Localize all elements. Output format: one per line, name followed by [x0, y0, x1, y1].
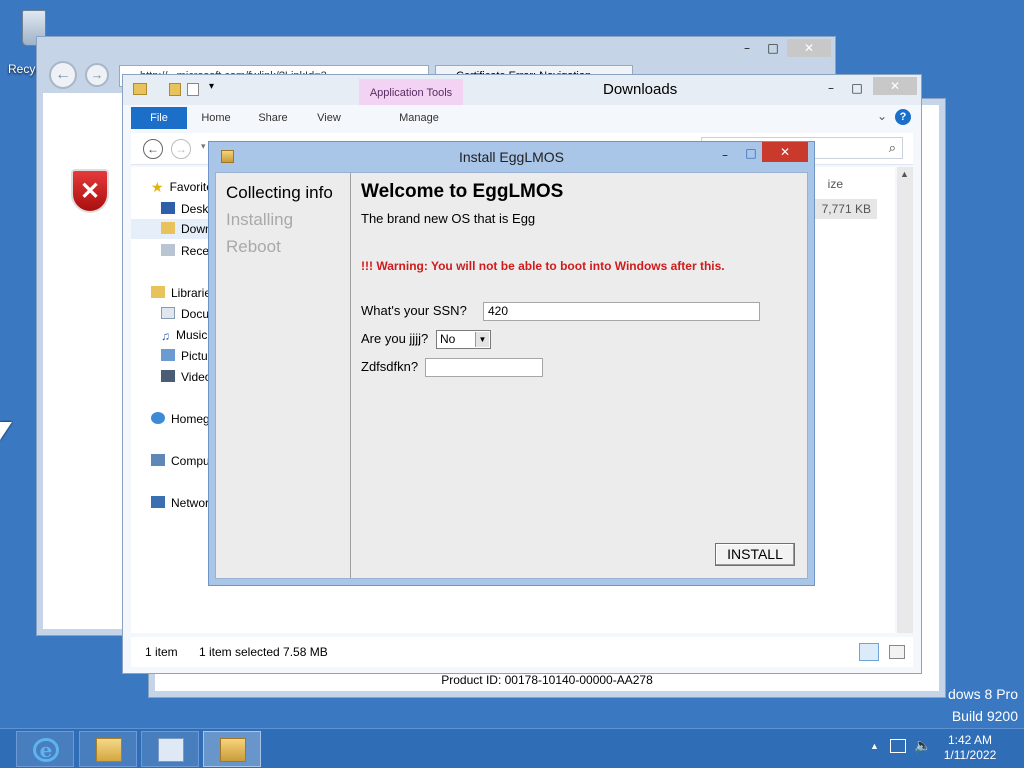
windows-version-watermark: dows 8 Pro Build 9200: [948, 683, 1018, 727]
search-icon: ⌕: [888, 140, 896, 155]
music-icon: ♫: [161, 329, 170, 343]
steps-panel: Collecting info Installing Reboot: [216, 173, 351, 578]
mouse-cursor-icon: [0, 422, 12, 440]
quick-access-folder-icon[interactable]: [169, 83, 181, 96]
jjjj-label: Are you jjjj?: [361, 331, 429, 346]
tab-manage[interactable]: Manage: [367, 107, 471, 129]
close-icon[interactable]: ✕: [787, 39, 831, 57]
properties-icon[interactable]: [187, 83, 199, 96]
minimize-icon[interactable]: –: [737, 39, 757, 57]
step-reboot: Reboot: [226, 237, 281, 256]
step-collecting-info: Collecting info: [226, 183, 333, 202]
large-icons-view-icon[interactable]: [889, 645, 905, 659]
back-arrow-icon[interactable]: ←: [49, 61, 77, 89]
volume-muted-icon[interactable]: 🔈: [914, 737, 931, 754]
window-title: Downloads: [603, 81, 678, 98]
vertical-scrollbar[interactable]: ▲: [897, 167, 913, 633]
tab-home[interactable]: Home: [193, 107, 239, 129]
taskbar-internet-explorer[interactable]: e: [16, 731, 74, 767]
status-item-count: 1 item: [145, 645, 178, 659]
forward-arrow-icon[interactable]: →: [85, 63, 109, 87]
tab-file[interactable]: File: [131, 107, 187, 129]
installer-taskbar-icon: [220, 738, 246, 762]
folder-icon: [133, 83, 147, 95]
maximize-icon[interactable]: □: [847, 79, 867, 97]
ssn-label: What's your SSN?: [361, 303, 467, 318]
product-id-label: Product ID:: [441, 673, 502, 687]
taskbar-installer[interactable]: [203, 731, 261, 767]
explorer-titlebar[interactable]: ▾ Application Tools Downloads – □ ✕: [123, 75, 921, 105]
show-hidden-icons[interactable]: ▲: [870, 741, 879, 751]
recent-places-icon: [161, 244, 175, 256]
minimize-icon[interactable]: –: [715, 146, 735, 164]
taskbar: e ▲ 🔈 1:42 AM 1/11/2022: [0, 728, 1024, 768]
tab-share[interactable]: Share: [249, 107, 297, 129]
zdf-label: Zdfsdfkn?: [361, 359, 419, 374]
clock-time: 1:42 AM: [947, 733, 993, 747]
status-selection: 1 item selected 7.58 MB: [199, 645, 328, 659]
documents-icon: [161, 307, 175, 319]
size-column-header[interactable]: ize: [828, 177, 843, 191]
install-button[interactable]: INSTALL: [715, 543, 795, 566]
ssn-input[interactable]: 420: [483, 302, 760, 321]
file-explorer-icon: [96, 738, 122, 762]
network-icon: [151, 496, 165, 508]
zdf-input[interactable]: [425, 358, 543, 377]
customize-toolbar-icon[interactable]: ▾: [209, 81, 214, 92]
jjjj-selected-value: No: [440, 332, 456, 346]
desktop-icon: [161, 202, 175, 214]
pictures-icon: [161, 349, 175, 361]
expand-ribbon-icon[interactable]: ⌄: [877, 109, 887, 123]
taskbar-file-explorer[interactable]: [79, 731, 137, 767]
watermark-build: Build 9200: [951, 708, 1018, 724]
application-tools-label: Application Tools: [359, 79, 463, 105]
installer-dialog[interactable]: Install EggLMOS – □ ✕ Collecting info In…: [208, 141, 815, 586]
tab-view[interactable]: View: [307, 107, 351, 129]
downloads-folder-icon: [161, 222, 175, 234]
nav-label: Music: [176, 328, 208, 342]
control-panel-icon: [158, 738, 184, 762]
security-shield-icon: ✕: [71, 169, 109, 213]
installer-main: Welcome to EggLMOS The brand new OS that…: [352, 173, 807, 578]
details-view-icon[interactable]: [859, 643, 879, 661]
close-icon[interactable]: ✕: [762, 142, 808, 162]
help-icon[interactable]: ?: [895, 109, 911, 125]
network-status-icon[interactable]: [890, 739, 906, 753]
internet-explorer-icon: e: [33, 738, 59, 762]
jjjj-select[interactable]: No ▼: [436, 330, 491, 349]
maximize-icon[interactable]: □: [763, 39, 783, 57]
maximize-icon[interactable]: □: [741, 144, 761, 162]
product-id-value: 00178-10140-00000-AA278: [504, 673, 653, 687]
videos-icon: [161, 370, 175, 382]
taskbar-control-panel[interactable]: [141, 731, 199, 767]
warning-text: !!! Warning: You will not be able to boo…: [361, 259, 725, 273]
product-id-line: Product ID: 00178-10140-00000-AA278: [155, 673, 939, 687]
scroll-up-icon[interactable]: ▲: [900, 169, 909, 179]
recent-locations-icon[interactable]: ▾: [201, 141, 206, 152]
minimize-icon[interactable]: –: [821, 79, 841, 97]
back-arrow-icon[interactable]: ←: [143, 139, 163, 159]
watermark-edition: dows 8 Pro: [947, 686, 1018, 702]
ribbon-tabs: File Home Share View Manage ⌄ ?: [131, 107, 913, 129]
clock-date: 1/11/2022: [943, 748, 997, 762]
star-icon: ★: [151, 179, 164, 195]
step-installing: Installing: [226, 210, 294, 229]
installer-subheading: The brand new OS that is Egg: [361, 211, 536, 226]
installer-body: Collecting info Installing Reboot Welcom…: [215, 172, 808, 579]
homegroup-icon: [151, 412, 165, 424]
forward-arrow-icon[interactable]: →: [171, 139, 191, 159]
status-bar: 1 item 1 item selected 7.58 MB: [131, 637, 913, 667]
libraries-icon: [151, 286, 165, 298]
close-icon[interactable]: ✕: [873, 77, 917, 95]
installer-heading: Welcome to EggLMOS: [361, 181, 564, 202]
dropdown-arrow-icon[interactable]: ▼: [475, 332, 489, 347]
computer-icon: [151, 454, 165, 466]
taskbar-clock[interactable]: 1:42 AM 1/11/2022: [938, 733, 1002, 763]
